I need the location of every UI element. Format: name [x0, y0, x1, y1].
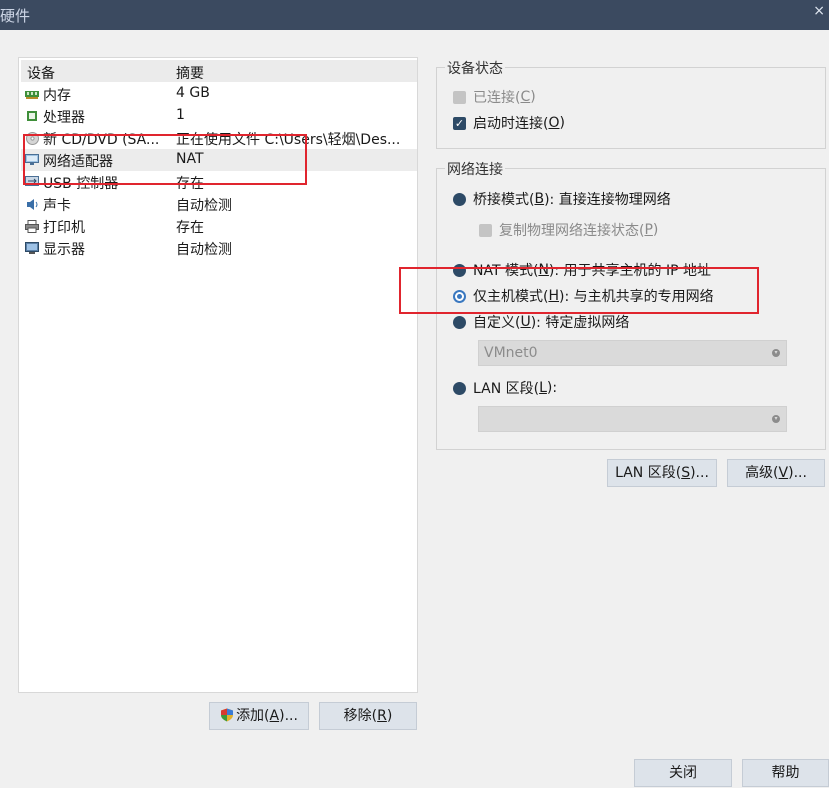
device-row-memory[interactable]: 内存 4 GB [21, 83, 417, 105]
window-title: 硬件 [0, 7, 31, 25]
device-row-processor[interactable]: 处理器 1 [21, 105, 417, 127]
device-status-title: 设备状态 [445, 58, 505, 78]
remove-button[interactable]: 移除(R) [319, 702, 417, 730]
shield-icon [221, 708, 234, 722]
help-button[interactable]: 帮助 [742, 759, 829, 787]
chevron-down-icon: ▾ [772, 415, 780, 423]
add-button-mnemonic: A [269, 708, 280, 724]
remove-button-suffix: ) [386, 708, 393, 724]
annotation-highlight-host-only [399, 267, 759, 314]
connected-checkbox[interactable]: 已连接(C) [453, 87, 536, 107]
device-row-sound-card[interactable]: 声卡 自动检测 [21, 193, 417, 215]
device-row-display[interactable]: 显示器 自动检测 [21, 237, 417, 259]
custom-radio[interactable]: 自定义(U): 特定虚拟网络 [453, 312, 629, 332]
network-connection-title: 网络连接 [445, 159, 505, 179]
device-summary: 自动检测 [176, 242, 232, 258]
device-summary: 4 GB [176, 85, 210, 101]
device-name: 打印机 [43, 220, 85, 236]
bridged-radio[interactable]: 桥接模式(B): 直接连接物理网络 [453, 189, 671, 209]
lan-segments-button[interactable]: LAN 区段(S)... [607, 459, 717, 487]
device-status-group: 设备状态 已连接(C) ✓ 启动时连接(O) [436, 58, 826, 149]
sound-card-icon [25, 197, 39, 211]
device-list-header: 设备 摘要 [21, 60, 417, 82]
close-icon[interactable] [813, 3, 825, 19]
lan-segment-select[interactable]: ▾ [478, 406, 787, 432]
device-name: 显示器 [43, 242, 85, 258]
add-button[interactable]: 添加(A)... [209, 702, 309, 730]
remove-button-label: 移除( [343, 708, 378, 724]
custom-network-value: VMnet0 [484, 345, 538, 361]
chevron-down-icon: ▾ [772, 349, 780, 357]
lan-segment-radio[interactable]: LAN 区段(L): [453, 378, 557, 398]
device-name: 内存 [43, 88, 71, 104]
add-button-label: 添加( [236, 708, 270, 724]
device-name: 处理器 [43, 110, 85, 126]
custom-network-select[interactable]: VMnet0 ▾ [478, 340, 787, 366]
processor-icon [25, 109, 39, 123]
check-icon: ✓ [453, 116, 466, 130]
device-summary: 1 [176, 107, 185, 123]
add-button-suffix: )... [279, 708, 298, 724]
close-button[interactable]: 关闭 [634, 759, 732, 787]
device-column-header[interactable]: 设备 [27, 63, 55, 83]
summary-column-header[interactable]: 摘要 [176, 63, 204, 83]
connect-at-power-on-checkbox[interactable]: ✓ 启动时连接(O) [453, 113, 565, 133]
memory-icon [25, 87, 39, 101]
advanced-button[interactable]: 高级(V)... [727, 459, 825, 487]
device-name: 声卡 [43, 198, 71, 214]
title-bar: 硬件 [0, 0, 829, 30]
annotation-highlight-network-adapter [23, 134, 307, 185]
replicate-state-checkbox[interactable]: 复制物理网络连接状态(P) [479, 220, 658, 240]
display-icon [25, 241, 39, 255]
printer-icon [25, 219, 39, 233]
device-row-printer[interactable]: 打印机 存在 [21, 215, 417, 237]
device-summary: 存在 [176, 220, 204, 236]
device-summary: 自动检测 [176, 198, 232, 214]
remove-button-mnemonic: R [377, 708, 387, 724]
